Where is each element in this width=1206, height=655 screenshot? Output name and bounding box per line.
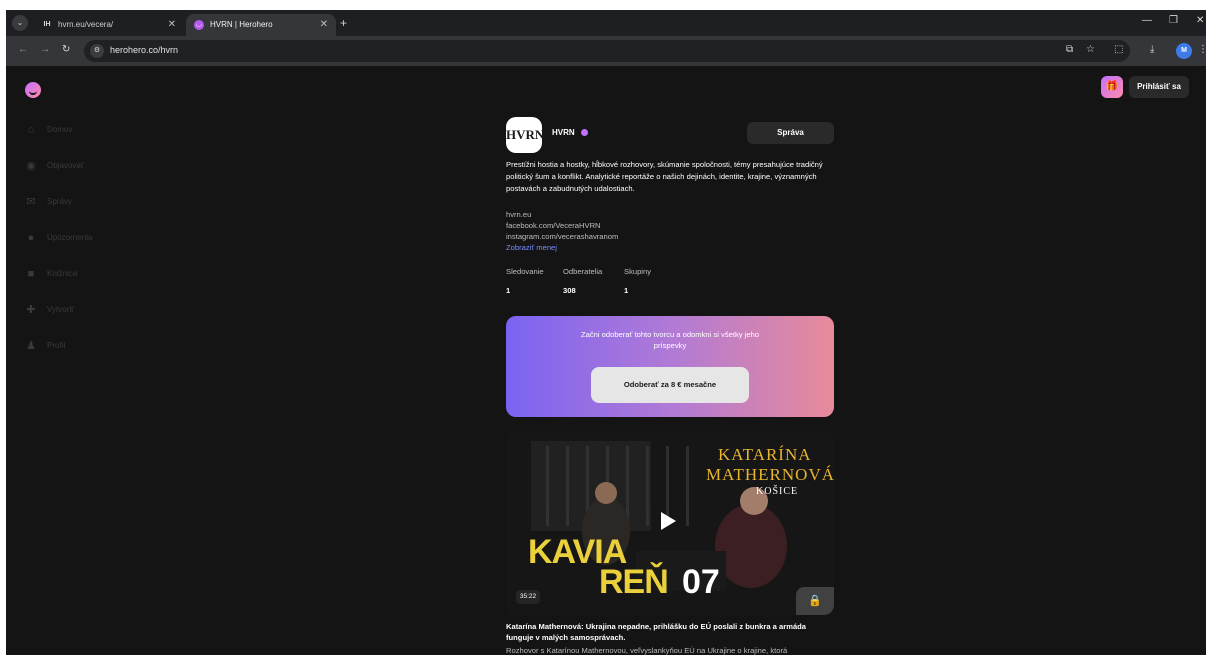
download-icon[interactable]: ⤓: [1150, 44, 1154, 55]
tab-close-icon[interactable]: ✕: [320, 14, 328, 36]
sidebar-item-upozornenia[interactable]: ● Upozornenia: [25, 232, 145, 246]
herohero-page: ⌂ Domov ◉ Objavovať ✉ Správy ● Upozornen…: [6, 66, 1206, 655]
creator-bio: Prestížni hostia a hostky, hĺbkové rozho…: [506, 160, 823, 193]
sidebar-item-label: Upozornenia: [47, 233, 93, 242]
sidebar-item-label: Domov: [47, 125, 73, 134]
sidebar-item-domov[interactable]: ⌂ Domov: [25, 124, 145, 138]
link-instagram[interactable]: instagram.com/vecerashavranom: [506, 232, 618, 241]
home-icon: ⌂: [27, 124, 35, 136]
lock-icon: 🔒: [796, 587, 834, 615]
subscribe-card: Začni odoberať tohto tvorcu a odomkni si…: [506, 316, 834, 417]
subscribe-text: Začni odoberať tohto tvorcu a odomkni si…: [580, 330, 760, 350]
video-thumbnail[interactable]: KATARÍNA MATHERNOVÁ KOŠICE KAVIA REŇ 07 …: [506, 431, 834, 615]
message-button[interactable]: Správa: [747, 122, 834, 144]
sidebar-item-profil[interactable]: ♟ Profil: [25, 340, 145, 354]
sidebar-item-kniznica[interactable]: ■ Knižnica: [25, 268, 145, 282]
thumbnail-guest-firstname: KATARÍNA: [718, 445, 812, 464]
tab-title: hvrn.eu/vecera/: [58, 20, 114, 29]
browser-window: ⌄ IH hvrn.eu/vecera/ ✕ ◡ HVRN | Herohero…: [6, 10, 1206, 655]
creator-name: HVRN: [552, 128, 575, 137]
address-bar[interactable]: ⚙ herohero.co/hvrn: [84, 40, 1130, 62]
plus-icon: ✚: [26, 304, 36, 316]
tab-search-chevron-icon[interactable]: ⌄: [12, 15, 28, 31]
back-icon[interactable]: ←: [18, 44, 28, 55]
extensions-icon[interactable]: ⬚: [1114, 44, 1123, 55]
user-icon: ♟: [26, 340, 36, 352]
thumbnail-guest-lastname: MATHERNOVÁ: [706, 465, 834, 484]
sidebar-item-label: Objavovať: [47, 161, 84, 170]
tab-bar: ⌄ IH hvrn.eu/vecera/ ✕ ◡ HVRN | Herohero…: [6, 10, 1206, 36]
login-button[interactable]: Prihlásiť sa: [1129, 76, 1189, 98]
cast-icon[interactable]: ⧉: [1066, 44, 1073, 55]
sidebar-item-label: Profil: [47, 341, 66, 350]
gift-icon[interactable]: 🎁: [1101, 76, 1123, 98]
creator-avatar[interactable]: HVRN: [506, 117, 544, 153]
thumbnail-show-line2: REŇ: [599, 563, 669, 601]
sidebar-item-vytvorit[interactable]: ✚ Vytvoriť: [25, 304, 145, 318]
stat-value-groups[interactable]: 1: [624, 286, 628, 295]
show-less-link[interactable]: Zobraziť menej: [506, 243, 557, 252]
reload-icon[interactable]: ↻: [62, 44, 70, 55]
sidebar-item-spravy[interactable]: ✉ Správy: [25, 196, 145, 210]
url-text: herohero.co/hvrn: [110, 45, 179, 55]
thumbnail-city: KOŠICE: [756, 486, 799, 497]
stat-label-subscribers: Odberatelia: [563, 267, 603, 276]
creator-profile: HVRN HVRN Správa Prestížni hostia a host…: [506, 66, 834, 655]
forward-icon[interactable]: →: [40, 44, 50, 55]
compass-icon: ◉: [26, 160, 36, 172]
browser-tab-hvrn[interactable]: IH hvrn.eu/vecera/ ✕: [34, 14, 184, 36]
bell-icon: ●: [27, 232, 35, 244]
sidebar-item-objavovat[interactable]: ◉ Objavovať: [25, 160, 145, 174]
navigation-bar: ← → ↻ ⚙ herohero.co/hvrn ⧉ ☆ ⬚ ⤓ M ⋮: [6, 36, 1206, 66]
restore-icon[interactable]: ❐: [1169, 15, 1178, 26]
tab-title: HVRN | Herohero: [210, 20, 273, 29]
sidebar-item-label: Vytvoriť: [47, 305, 75, 314]
profile-avatar[interactable]: M: [1176, 43, 1192, 59]
bookmark-icon: ■: [27, 268, 35, 280]
site-info-icon[interactable]: ⚙: [90, 44, 104, 58]
sidebar-item-label: Správy: [47, 197, 72, 206]
minimize-icon[interactable]: —: [1142, 15, 1152, 26]
tab-close-icon[interactable]: ✕: [168, 14, 176, 36]
stat-value-subscribers[interactable]: 308: [563, 286, 576, 295]
subscribe-button[interactable]: Odoberať za 8 € mesačne: [591, 367, 749, 403]
browser-tab-herohero[interactable]: ◡ HVRN | Herohero ✕: [186, 14, 336, 36]
link-facebook[interactable]: facebook.com/VeceraHVRN: [506, 221, 601, 230]
menu-icon[interactable]: ⋮: [1198, 44, 1206, 55]
post-description: Rozhovor s Katarínou Mathernovou, veľvys…: [506, 646, 788, 655]
stat-label-following: Sledovanie: [506, 267, 544, 276]
window-close-icon[interactable]: ✕: [1196, 15, 1204, 26]
new-tab-icon[interactable]: +: [340, 14, 347, 32]
herohero-favicon-icon: ◡: [194, 20, 204, 30]
sidebar-item-label: Knižnica: [47, 269, 78, 278]
message-icon: ✉: [26, 196, 36, 208]
verified-badge-icon: [581, 129, 588, 136]
thumbnail-episode-number: 07: [682, 563, 720, 601]
video-duration-badge: 35:22: [516, 590, 540, 604]
link-website[interactable]: hvrn.eu: [506, 210, 531, 219]
stat-value-following[interactable]: 1: [506, 286, 510, 295]
play-icon[interactable]: [661, 512, 676, 530]
bookmark-star-icon[interactable]: ☆: [1086, 44, 1095, 55]
stat-label-groups: Skupiny: [624, 267, 652, 276]
post-title[interactable]: Katarína Mathernová: Ukrajina nepadne, p…: [506, 621, 834, 643]
herohero-logo-icon[interactable]: [25, 82, 41, 98]
hvrn-favicon-icon: IH: [43, 21, 51, 28]
